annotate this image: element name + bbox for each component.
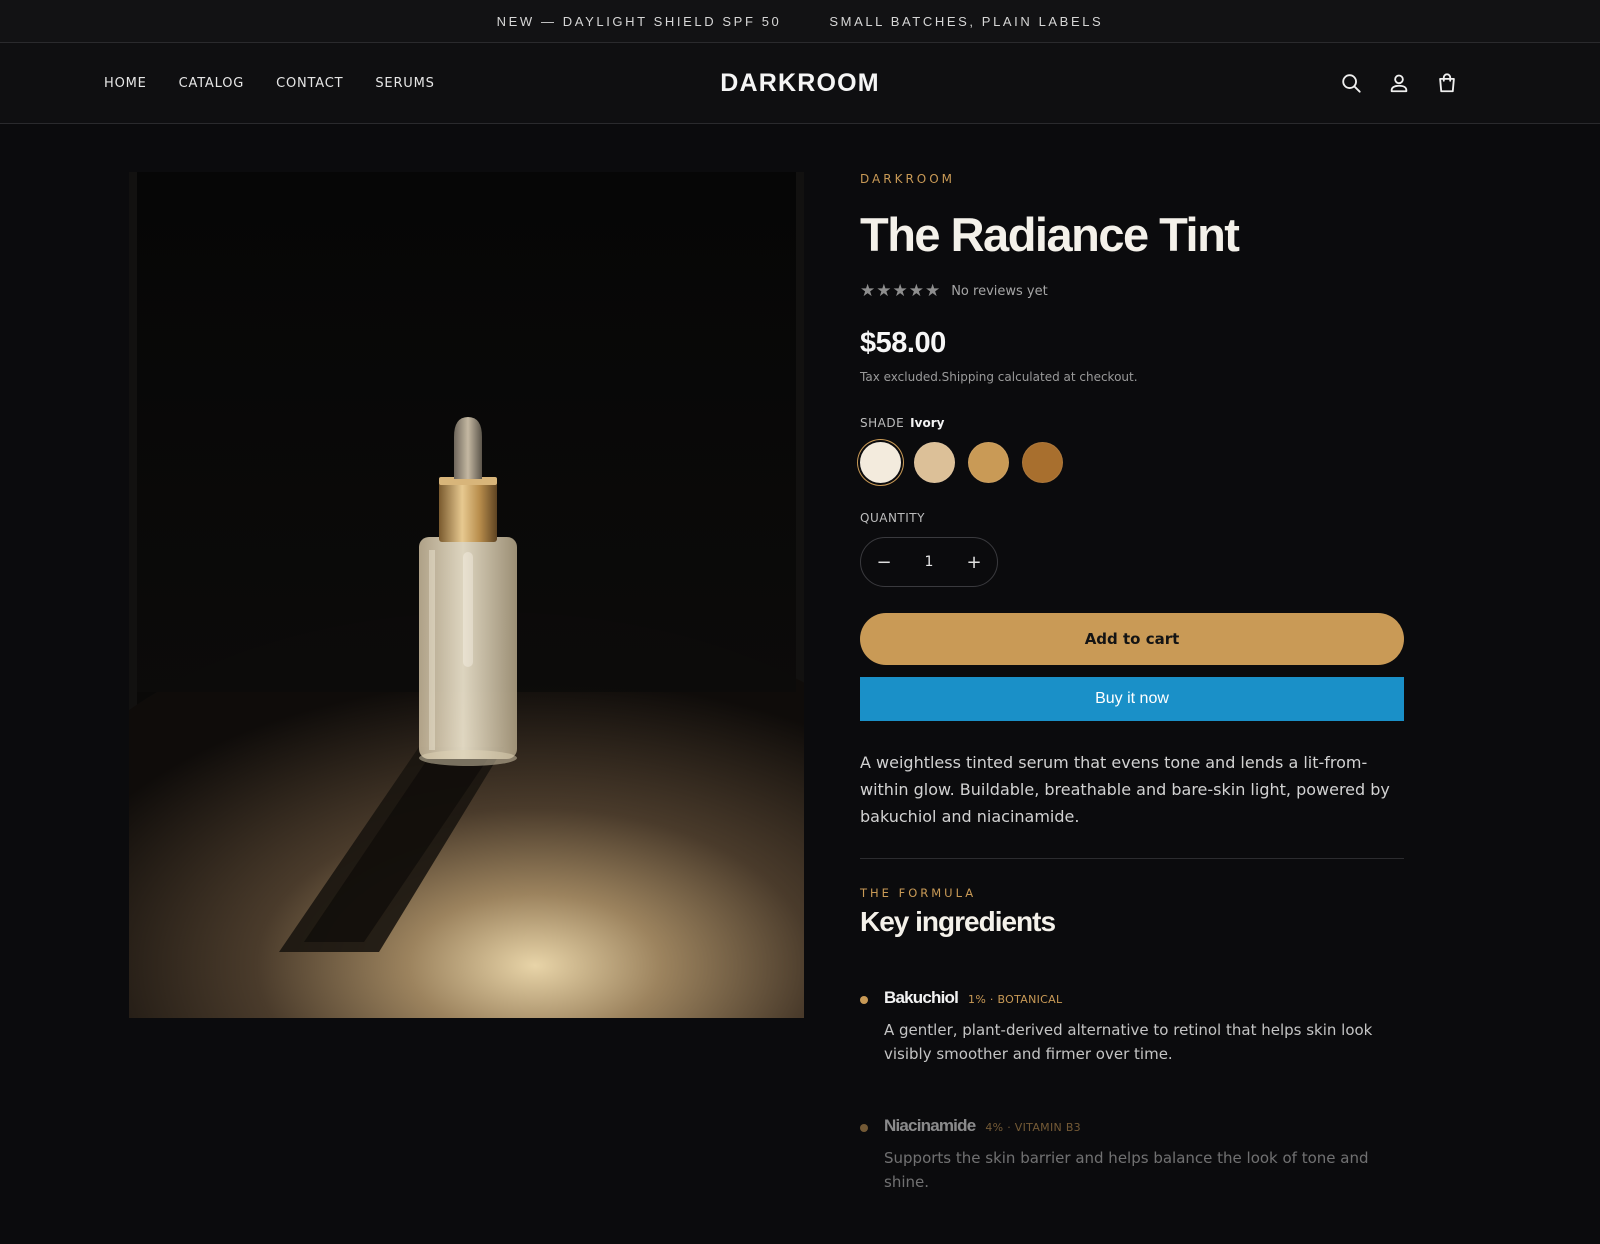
shade-label-text: SHADE [860,416,905,431]
product-vendor: DARKROOM [860,172,956,186]
product-description: A weightless tinted serum that evens ton… [860,753,1390,827]
ingredient-tag: 4% · VITAMIN B3 [985,1121,1081,1135]
add-to-cart-button[interactable]: Add to cart [860,613,1404,666]
cart-icon[interactable] [1436,72,1458,94]
swatch-2[interactable] [914,442,955,484]
quantity-input[interactable] [909,554,949,571]
divider [860,858,1404,860]
site-header: HOME CATALOG CONTACT SERUMS DARKROOM [0,43,1600,124]
formula-eyebrow: THE FORMULA [860,886,977,901]
shade-selected-value: Ivory [910,416,945,431]
search-icon[interactable] [1340,72,1362,94]
announcement-item: SMALL BATCHES, PLAIN LABELS [829,13,1104,29]
ingredient-tag: 1% · BOTANICAL [968,993,1063,1007]
product-title: The Radiance Tint [860,208,1240,261]
ingredient-description: A gentler, plant-derived alternative to … [884,1021,1373,1064]
swatch-4[interactable] [1022,442,1063,484]
product-info: DARKROOM The Radiance Tint ★★★★★ No revi… [860,172,1404,1244]
bullet-dot-icon [860,1124,868,1133]
shade-label: SHADE Ivory [860,416,1404,430]
announcement-bar: NEW — DAYLIGHT SHIELD SPF 50 SMALL BATCH… [0,0,1600,43]
ingredient-list: Bakuchiol 1% · BOTANICAL A gentler, plan… [860,988,1404,1194]
star-icons: ★★★★★ [860,281,942,302]
rating-text: No reviews yet [951,283,1048,299]
header-icons [1340,72,1458,94]
product-price: $58.00 [860,327,946,360]
ingredient-name: Bakuchiol [884,988,959,1008]
quantity-label: QUANTITY [860,511,925,526]
formula-title: Key ingredients [860,906,1056,938]
announcement-item: NEW — DAYLIGHT SHIELD SPF 50 [496,13,782,29]
product-rating: ★★★★★ No reviews yet [860,281,1404,301]
ingredient-name: Niacinamide [884,1116,976,1136]
bullet-dot-icon [860,996,868,1005]
quantity-stepper: − + [860,537,998,588]
swatch-ivory[interactable] [860,442,901,484]
tax-note: Tax excluded.Shipping calculated at chec… [860,370,1138,385]
quantity-increase-button[interactable]: + [963,552,985,573]
ingredient-description: Supports the skin barrier and helps bala… [884,1149,1369,1192]
quantity-decrease-button[interactable]: − [873,552,895,573]
ingredient-item: Bakuchiol 1% · BOTANICAL A gentler, plan… [860,988,1404,1066]
ingredient-item: Niacinamide 4% · VITAMIN B3 Supports the… [860,1116,1404,1194]
buy-it-now-button[interactable]: Buy it now [860,677,1404,722]
account-icon[interactable] [1388,72,1410,94]
product-image[interactable] [129,172,804,1018]
swatch-3[interactable] [968,442,1009,484]
shade-swatches [860,442,1404,484]
